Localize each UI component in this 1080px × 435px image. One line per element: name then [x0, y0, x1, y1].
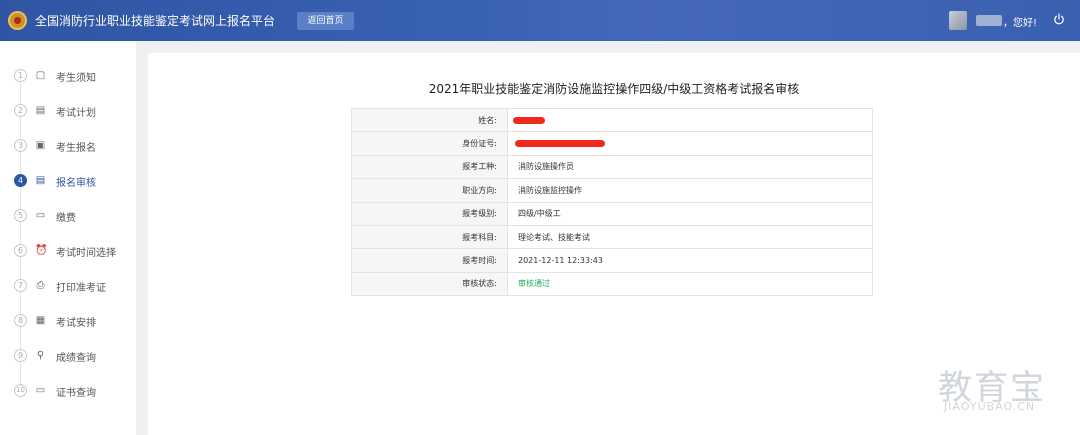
row-label: 报考科目:: [351, 224, 508, 250]
sidebar-item-label: 证书查询: [56, 388, 96, 399]
username-redacted: [976, 15, 1002, 26]
power-logout-icon[interactable]: [1053, 13, 1065, 25]
step-number: 7: [14, 279, 27, 292]
printer-icon: ⎙: [36, 280, 45, 291]
step-number: 3: [14, 139, 27, 152]
sidebar-item-certificate-query[interactable]: 10 ▭ 证书查询: [0, 374, 136, 408]
row-value: 消防设施操作员: [507, 154, 873, 180]
sidebar-item-exam-notice[interactable]: 1 ▢ 考生须知: [0, 59, 136, 93]
step-number: 8: [14, 314, 27, 327]
sidebar-item-print-admission[interactable]: 7 ⎙ 打印准考证: [0, 269, 136, 303]
notice-icon: ▢: [35, 70, 46, 81]
table-row: 姓名:: [351, 107, 873, 133]
table-row: 身份证号:: [351, 131, 873, 156]
table-row: 审核状态: 审核通过: [351, 271, 873, 297]
sidebar-item-exam-plan[interactable]: 2 ▤ 考试计划: [0, 94, 136, 128]
row-label: 身份证号:: [351, 131, 508, 156]
step-number: 9: [14, 349, 27, 362]
row-label: 报考时间:: [351, 248, 508, 273]
step-sidebar: 1 ▢ 考生须知 2 ▤ 考试计划 3 ▣ 考生报名 4 ▤ 报名审核 5 ▭ …: [0, 41, 136, 435]
id-number-value: [507, 131, 873, 156]
step-number: 1: [14, 69, 27, 82]
greeting-text: ，您好!: [1003, 18, 1038, 29]
table-row: 职业方向: 消防设施监控操作: [351, 178, 873, 203]
name-value: [507, 107, 873, 133]
row-label: 报考工种:: [351, 154, 508, 180]
step-number: 6: [14, 244, 27, 257]
sidebar-item-label: 考试计划: [56, 108, 96, 119]
alarm-clock-icon: ⏰: [35, 245, 48, 256]
registration-review-table: 姓名: 身份证号: 报考工种: 消防设施操作员 职业方向: 消防设施监控操作 报…: [351, 107, 873, 297]
sidebar-item-label: 打印准考证: [56, 283, 106, 294]
row-label: 姓名:: [351, 107, 508, 133]
search-icon: ⚲: [36, 350, 45, 361]
top-header: 全国消防行业职业技能鉴定考试网上报名平台 返回首页 ，您好!: [0, 0, 1080, 41]
sidebar-item-exam-time[interactable]: 6 ⏰ 考试时间选择: [0, 234, 136, 268]
certificate-icon: ▭: [35, 385, 46, 396]
register-icon: ▣: [35, 140, 46, 151]
user-avatar[interactable]: [949, 11, 967, 30]
sidebar-item-label: 报名审核: [56, 178, 96, 189]
table-row: 报考时间: 2021-12-11 12:33:43: [351, 248, 873, 273]
fire-badge-logo-icon: [8, 11, 27, 30]
redaction-mark: [513, 116, 545, 124]
sidebar-item-label: 考试安排: [56, 318, 96, 329]
watermark: 教育宝 JIAOYUBAO.CN: [938, 360, 1046, 413]
app-title: 全国消防行业职业技能鉴定考试网上报名平台: [35, 14, 276, 28]
row-value: 2021-12-11 12:33:43: [507, 248, 873, 273]
row-value: 四级/中级工: [507, 201, 873, 226]
sidebar-item-score-query[interactable]: 9 ⚲ 成绩查询: [0, 339, 136, 373]
sidebar-item-label: 考试时间选择: [56, 248, 116, 259]
sidebar-item-label: 成绩查询: [56, 353, 96, 364]
row-value: 理论考试、技能考试: [507, 224, 873, 250]
sidebar-item-registration-review[interactable]: 4 ▤ 报名审核: [0, 164, 136, 198]
step-number: 5: [14, 209, 27, 222]
step-number: 10: [14, 384, 27, 397]
sidebar-item-label: 考生须知: [56, 73, 96, 84]
row-value: 消防设施监控操作: [507, 178, 873, 203]
redaction-mark: [515, 140, 605, 148]
step-number: 4: [14, 174, 27, 187]
table-row: 报考科目: 理论考试、技能考试: [351, 224, 873, 250]
plan-icon: ▤: [35, 105, 46, 116]
sidebar-item-exam-schedule[interactable]: 8 ▦ 考试安排: [0, 304, 136, 338]
row-label: 报考级别:: [351, 201, 508, 226]
return-home-button[interactable]: 返回首页: [297, 12, 354, 30]
sidebar-item-register[interactable]: 3 ▣ 考生报名: [0, 129, 136, 163]
watermark-en: JIAOYUBAO.CN: [944, 400, 1036, 413]
sidebar-item-label: 考生报名: [56, 143, 96, 154]
row-label: 职业方向:: [351, 178, 508, 203]
payment-icon: ▭: [35, 210, 46, 221]
table-row: 报考级别: 四级/中级工: [351, 201, 873, 226]
row-label: 审核状态:: [351, 271, 508, 297]
sidebar-item-label: 缴费: [56, 213, 76, 224]
page-title: 2021年职业技能鉴定消防设施监控操作四级/中级工资格考试报名审核: [428, 82, 800, 96]
schedule-icon: ▦: [35, 315, 46, 326]
table-row: 报考工种: 消防设施操作员: [351, 154, 873, 180]
review-icon: ▤: [35, 175, 46, 186]
review-status-value: 审核通过: [507, 271, 873, 297]
step-number: 2: [14, 104, 27, 117]
sidebar-item-payment[interactable]: 5 ▭ 缴费: [0, 199, 136, 233]
